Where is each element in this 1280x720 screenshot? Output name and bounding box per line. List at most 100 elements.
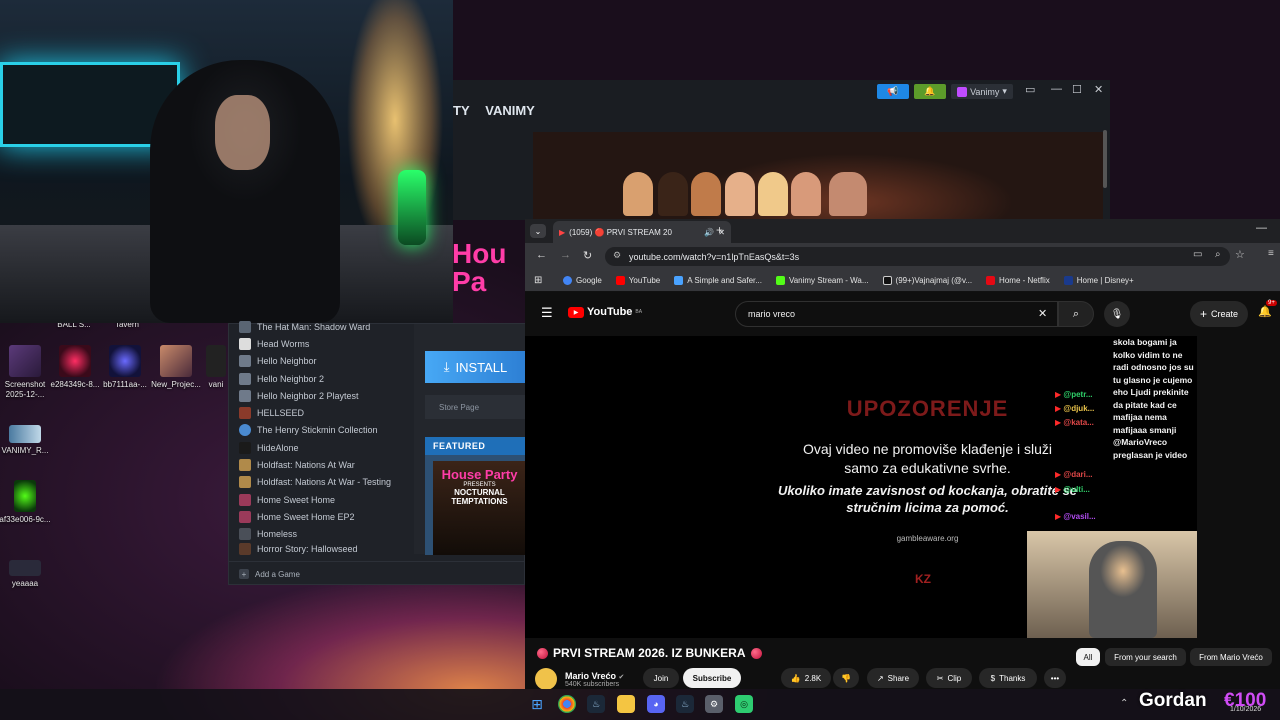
game-list-item[interactable]: The Hat Man: Shadow Ward (239, 318, 411, 335)
announcement-button[interactable]: 📢 (877, 84, 909, 99)
overlay-name: Gordan (1139, 690, 1207, 711)
video-player[interactable]: UPOZORENJE Ovaj video ne promoviše klađe… (525, 336, 1197, 638)
zoom-icon[interactable]: ⌕ (1215, 249, 1221, 260)
game-app-icon[interactable]: ◎ (735, 695, 753, 713)
create-button[interactable]: + Create (1190, 301, 1248, 327)
join-button[interactable]: Join (643, 668, 679, 688)
desktop-icon-thumbnail (9, 425, 41, 443)
channel-avatar[interactable] (535, 668, 557, 690)
file-explorer-icon[interactable] (617, 695, 635, 713)
discord-icon[interactable]: ◕ (647, 695, 665, 713)
video-info: PRVI STREAM 2026. IZ BUNKERA Mario Vrećo… (525, 638, 1280, 690)
site-info-icon[interactable]: ⚙ (613, 250, 621, 261)
youtube-chat-icon: ▶ (1055, 418, 1062, 427)
youtube-chat-icon: ▶ (1055, 470, 1062, 479)
bookmark-youtube[interactable]: YouTube (615, 276, 660, 285)
filter-chip-all[interactable]: All (1076, 648, 1100, 666)
windows-start-icon[interactable]: ⊞ (528, 695, 546, 713)
account-menu[interactable]: Vanimy ▾ (951, 84, 1013, 99)
channel-name[interactable]: Mario Vrećo ✔ (565, 671, 624, 681)
game-list-item[interactable]: Hello Neighbor 2 (239, 370, 411, 387)
desktop-icon-af33e006[interactable]: af33e006-9c... (0, 480, 54, 525)
filter-chip-from-channel[interactable]: From Mario Vrećo (1190, 648, 1272, 666)
game-list-item[interactable]: Hello Neighbor (239, 353, 411, 370)
store-page-link[interactable]: Store Page (425, 395, 526, 419)
side-panel-icon[interactable]: ≡ (1268, 248, 1274, 259)
game-list-item[interactable]: Home Sweet Home EP2 (239, 508, 411, 525)
game-list-item[interactable]: Head Worms (239, 335, 411, 352)
close-button[interactable]: ✕ (1094, 83, 1103, 96)
dislike-button[interactable]: 👎 (833, 668, 859, 688)
address-bar[interactable]: ⚙ youtube.com/watch?v=n1lpTnEasQs&t=3s ▭… (605, 247, 1245, 266)
desktop-icon-yeaaaa[interactable]: yeaaaa (0, 560, 54, 589)
tab-search-button[interactable]: ⌄ (530, 224, 546, 238)
hamburger-menu-icon[interactable]: ☰ (541, 305, 553, 321)
bookmark-google[interactable]: Google (563, 276, 602, 285)
nav-item-vanimy[interactable]: VANIMY (485, 103, 535, 118)
notification-button[interactable]: 🔔 (914, 84, 946, 99)
steam-icon[interactable]: ♨ (587, 695, 605, 713)
clip-button[interactable]: ✂ Clip (926, 668, 972, 688)
game-list-item[interactable]: HELLSEED (239, 404, 411, 421)
desktop-icon-vanimy[interactable]: VANIMY_R... (0, 425, 54, 456)
star-icon[interactable]: ☆ (1235, 248, 1245, 261)
launcher-scrollbar[interactable] (1103, 130, 1107, 188)
reload-icon[interactable]: ↻ (583, 249, 592, 262)
minimize-button[interactable]: — (1051, 83, 1062, 95)
thanks-button[interactable]: $ Thanks (979, 668, 1037, 688)
filter-chip-from-search[interactable]: From your search (1105, 648, 1186, 666)
like-button[interactable]: 👍 2.8K (781, 668, 831, 688)
bookmark-disney[interactable]: Home | Disney+ (1063, 276, 1134, 285)
game-list-item[interactable]: Homeless (239, 526, 411, 543)
minimize-button[interactable]: — (1256, 222, 1267, 234)
nav-item-community[interactable]: TY (453, 103, 470, 118)
game-list-item[interactable]: Holdfast: Nations At War - Testing (239, 474, 411, 491)
bookmark-tiktok[interactable]: (99+)Vajnajmaj (@v... (882, 276, 972, 285)
voice-search-button[interactable]: 🎙 (1104, 301, 1130, 327)
bell-icon: 🔔 (924, 86, 936, 96)
bookmark-a-simple[interactable]: A Simple and Safer... (674, 276, 762, 285)
chat-username: @ulti... (1063, 485, 1090, 494)
game-title: Home Sweet Home EP2 (257, 511, 355, 522)
desktop-icon-bb7111aa[interactable]: bb7111aa-... (96, 345, 154, 390)
video-facecam (1027, 531, 1197, 638)
add-game-button[interactable]: + Add a Game (229, 561, 526, 586)
chrome-icon[interactable] (558, 695, 576, 713)
speaker-icon[interactable]: 🔊 (704, 228, 714, 237)
game-title: HELLSEED (257, 408, 305, 419)
game-list-item[interactable]: The Henry Stickmin Collection (239, 422, 411, 439)
maximize-button[interactable]: ☐ (1072, 83, 1082, 96)
chevron-up-icon[interactable]: ⌃ (1120, 698, 1128, 709)
game-list-item[interactable]: Horror Story: Hallowseed (239, 542, 411, 555)
bookmark-netflix[interactable]: Home - Netflix (986, 276, 1050, 285)
apps-grid-icon[interactable]: ⊞ (534, 275, 542, 286)
featured-art[interactable]: House Party PRESENTS NOCTURNAL TEMPTATIO… (433, 461, 526, 555)
game-icon (239, 372, 251, 385)
bookmark-vanimy-stream[interactable]: Vanimy Stream - Wa... (775, 276, 869, 285)
forward-icon[interactable]: → (560, 249, 571, 261)
tab-youtube[interactable]: ▶ (1059) 🔴 PRVI STREAM 20 🔊 ✕ (553, 221, 731, 243)
steam-icon[interactable]: ♨ (676, 695, 694, 713)
share-button[interactable]: ↗ Share (867, 668, 919, 688)
notifications-button[interactable]: 🔔 9+ (1258, 300, 1277, 318)
more-actions-button[interactable]: ••• (1044, 668, 1066, 688)
search-input[interactable]: mario vreco ✕ (735, 301, 1058, 327)
game-list-item[interactable]: Home Sweet Home (239, 491, 411, 508)
game-title: Hello Neighbor 2 (257, 373, 325, 384)
search-button[interactable]: ⌕ (1058, 301, 1094, 327)
youtube-logo[interactable]: ▶ YouTube BA (568, 306, 642, 318)
back-icon[interactable]: ← (536, 249, 547, 261)
game-list-item[interactable]: Hello Neighbor 2 Playtest (239, 387, 411, 404)
desktop-icon-label: yeaaaa (11, 579, 39, 588)
big-picture-icon[interactable]: ▭ (1025, 83, 1035, 96)
subscribe-button[interactable]: Subscribe (683, 668, 741, 688)
megaphone-icon: 📢 (887, 86, 899, 96)
clear-search-icon[interactable]: ✕ (1038, 307, 1047, 320)
install-button[interactable]: ⤓ INSTALL (425, 351, 526, 383)
cast-icon[interactable]: ▭ (1193, 249, 1202, 260)
game-list-item[interactable]: Holdfast: Nations At War (239, 456, 411, 473)
youtube-chat-icon: ▶ (1055, 512, 1062, 521)
game-list-item[interactable]: HideAlone (239, 439, 411, 456)
settings-icon[interactable]: ⚙ (705, 695, 723, 713)
new-tab-button[interactable]: + (716, 223, 723, 237)
